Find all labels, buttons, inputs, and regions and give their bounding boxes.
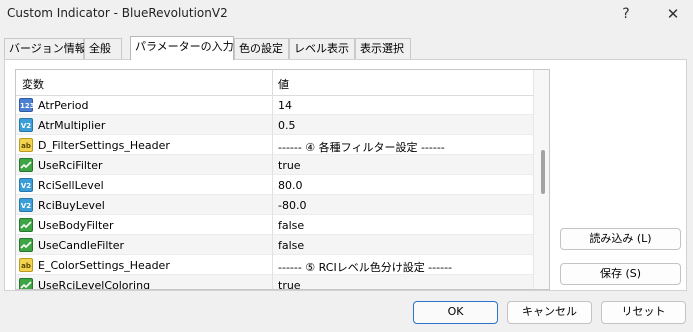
cell-divider <box>272 255 273 275</box>
parameter-value[interactable]: ------ ④ 各種フィルター設定 ------ <box>278 139 445 155</box>
double-icon: V2 <box>19 198 33 212</box>
table-row[interactable]: UseRciLevelColoring true <box>16 275 533 290</box>
bool-icon <box>19 278 33 289</box>
cell-divider <box>272 215 273 235</box>
parameter-value[interactable]: true <box>278 159 301 172</box>
parameter-name: UseBodyFilter <box>38 219 114 232</box>
table-row[interactable]: V2 RciSellLevel 80.0 <box>16 175 533 195</box>
bool-icon <box>19 218 33 232</box>
tab-color-settings[interactable]: 色の設定 <box>234 38 289 59</box>
cell-divider <box>272 235 273 255</box>
double-icon: V2 <box>19 178 33 192</box>
parameter-name: RciBuyLevel <box>38 199 105 212</box>
reset-button[interactable]: リセット <box>601 301 686 324</box>
tab-parameter-input[interactable]: パラメーターの入力 <box>130 36 234 60</box>
load-button[interactable]: 読み込み (L) <box>560 228 681 250</box>
tab-version-info[interactable]: バージョン情報 <box>4 38 86 59</box>
parameter-value[interactable]: -80.0 <box>278 199 306 212</box>
grid-rows: 123 AtrPeriod 14 V2 AtrMultiplier 0.5 ab D_Filt… <box>16 95 533 290</box>
column-divider[interactable] <box>272 70 273 95</box>
table-row[interactable]: V2 RciBuyLevel -80.0 <box>16 195 533 215</box>
column-header-variable[interactable]: 変数 <box>22 76 44 92</box>
cell-divider <box>272 115 273 135</box>
parameter-name: UseCandleFilter <box>38 239 124 252</box>
parameter-name: AtrPeriod <box>38 99 89 112</box>
parameter-name: UseRciFilter <box>38 159 103 172</box>
save-button[interactable]: 保存 (S) <box>560 263 681 285</box>
parameter-name: E_ColorSettings_Header <box>38 259 170 272</box>
table-row[interactable]: UseRciFilter true <box>16 155 533 175</box>
parameter-value[interactable]: ------ ⑤ RCIレベル色分け設定 ------ <box>278 259 452 275</box>
tab-level-display[interactable]: レベル表示 <box>289 38 355 59</box>
parameter-name: AtrMultiplier <box>38 119 106 132</box>
table-row[interactable]: ab E_ColorSettings_Header ------ ⑤ RCIレベル色… <box>16 255 533 275</box>
help-icon[interactable]: ? <box>611 3 641 25</box>
ok-button[interactable]: OK <box>413 301 498 324</box>
cell-divider <box>272 275 273 289</box>
parameter-value[interactable]: false <box>278 239 304 252</box>
parameter-name: UseRciLevelColoring <box>38 279 151 290</box>
parameter-name: D_FilterSettings_Header <box>38 139 170 152</box>
table-row[interactable]: UseBodyFilter false <box>16 215 533 235</box>
table-row[interactable]: V2 AtrMultiplier 0.5 <box>16 115 533 135</box>
parameter-value[interactable]: 0.5 <box>278 119 296 132</box>
string-icon: ab <box>19 138 33 152</box>
column-header-value[interactable]: 値 <box>278 76 289 92</box>
table-row[interactable]: 123 AtrPeriod 14 <box>16 95 533 115</box>
table-row[interactable]: UseCandleFilter false <box>16 235 533 255</box>
tab-display-selection[interactable]: 表示選択 <box>355 38 411 59</box>
cell-divider <box>272 135 273 155</box>
cell-divider <box>272 195 273 215</box>
bool-icon <box>19 158 33 172</box>
close-icon[interactable]: ✕ <box>658 3 688 25</box>
double-icon: V2 <box>19 118 33 132</box>
parameter-value[interactable]: false <box>278 219 304 232</box>
parameter-value[interactable]: 80.0 <box>278 179 303 192</box>
cell-divider <box>272 175 273 195</box>
parameter-name: RciSellLevel <box>38 179 104 192</box>
int-icon: 123 <box>19 98 35 112</box>
grid-header: 変数 値 <box>16 70 533 96</box>
vertical-scrollbar[interactable] <box>533 70 549 289</box>
parameter-value[interactable]: true <box>278 279 301 289</box>
title-bar: Custom Indicator - BlueRevolutionV2 ? ✕ <box>0 0 693 28</box>
table-row[interactable]: ab D_FilterSettings_Header ------ ④ 各種フィルタ… <box>16 135 533 155</box>
scrollbar-thumb[interactable] <box>541 150 545 194</box>
bool-icon <box>19 238 33 252</box>
tab-general[interactable]: 全般 <box>84 38 122 59</box>
cell-divider <box>272 95 273 115</box>
window-title: Custom Indicator - BlueRevolutionV2 <box>7 6 228 20</box>
cancel-button[interactable]: キャンセル <box>507 301 592 324</box>
parameter-value[interactable]: 14 <box>278 99 292 112</box>
parameter-grid: 変数 値 123 AtrPeriod 14 V2 AtrMultiplier 0.5 ab D… <box>15 69 550 290</box>
string-icon: ab <box>19 258 33 272</box>
cell-divider <box>272 155 273 175</box>
